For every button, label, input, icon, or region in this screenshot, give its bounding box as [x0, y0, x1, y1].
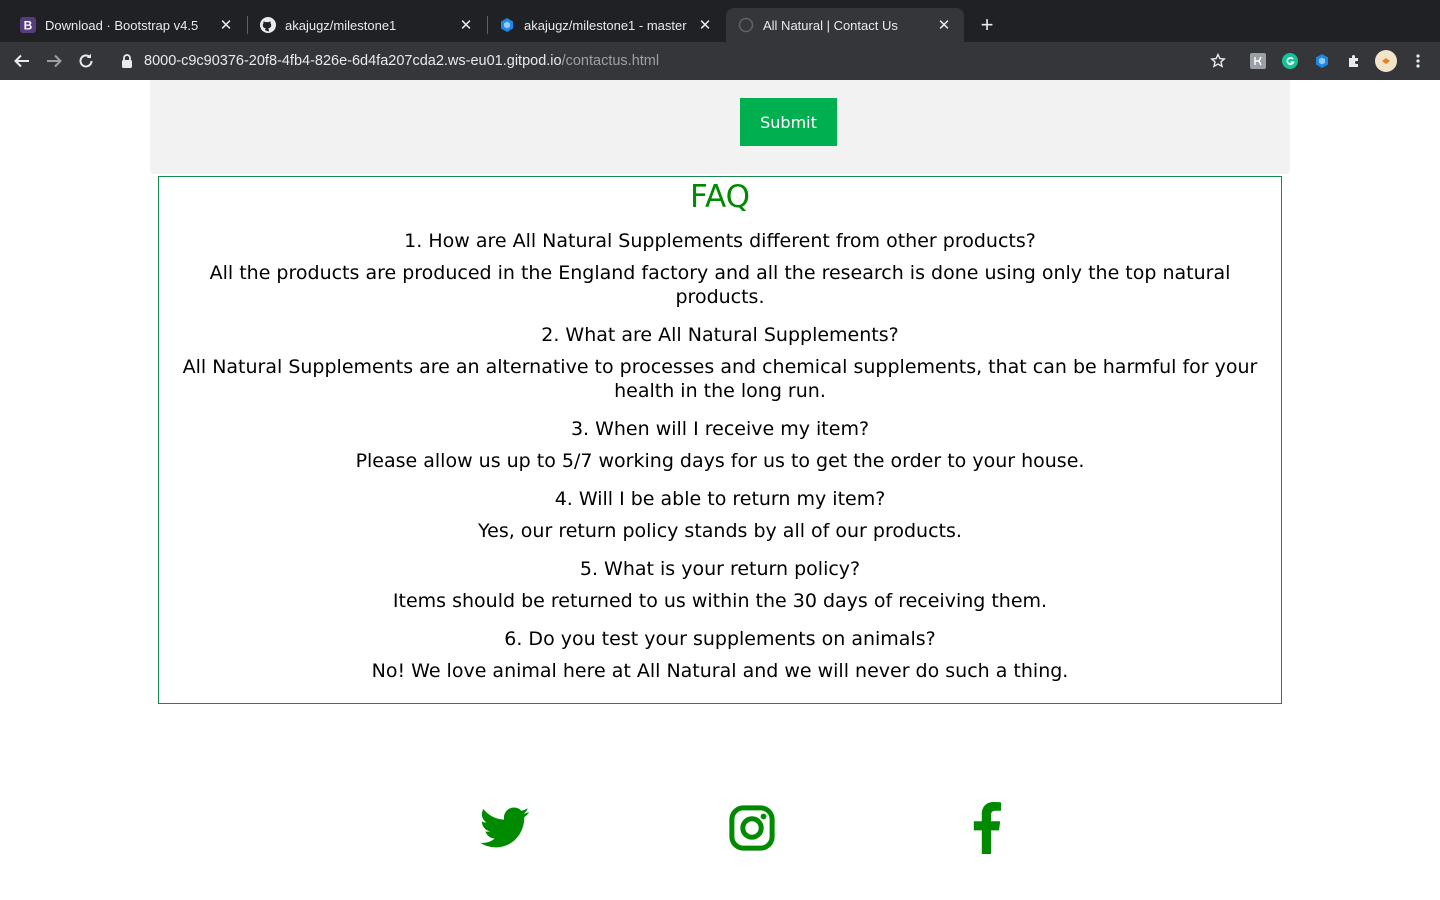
- tab-title: akajugz/milestone1 - master: [524, 17, 687, 33]
- faq-answer: No! We love animal here at All Natural a…: [371, 660, 1069, 682]
- twitter-icon: [480, 807, 530, 848]
- gitpod-extension-icon[interactable]: [1313, 52, 1331, 70]
- facebook-link[interactable]: [966, 800, 1008, 856]
- faq-item: 5. What is your return policy? Items sho…: [177, 557, 1263, 613]
- back-button[interactable]: [12, 51, 32, 71]
- faq-question: 2. What are All Natural Supplements?: [541, 324, 899, 346]
- close-icon[interactable]: ✕: [697, 16, 713, 34]
- arrow-right-icon: [47, 54, 62, 68]
- gitpod-icon: [499, 17, 515, 33]
- faq-answer: Yes, our return policy stands by all of …: [478, 520, 962, 542]
- tab-title: akajugz/milestone1: [285, 17, 397, 33]
- faq-question: 6. Do you test your supplements on anima…: [504, 628, 936, 650]
- url-path: /contactus.html: [561, 53, 660, 69]
- faq-item: 4. Will I be able to return my item? Yes…: [177, 487, 1263, 543]
- new-tab-button[interactable]: +: [973, 12, 1001, 40]
- puzzle-extensions-icon[interactable]: [1345, 52, 1363, 70]
- faq-answer: All the products are produced in the Eng…: [209, 262, 1231, 308]
- faq-question: 3. When will I receive my item?: [570, 418, 870, 440]
- url-host: 8000-c9c90376-20f8-4fb4-826e-6d4fa207cda…: [144, 53, 562, 69]
- faq-title: FAQ: [689, 179, 751, 215]
- tab-gitpod[interactable]: akajugz/milestone1 - master ✕: [487, 8, 725, 42]
- faq-answer: All Natural Supplements are an alternati…: [182, 356, 1258, 402]
- faq-question: 4. Will I be able to return my item?: [554, 488, 886, 510]
- reload-icon: [79, 53, 93, 68]
- close-icon[interactable]: ✕: [218, 16, 234, 34]
- twitter-link[interactable]: [478, 800, 532, 856]
- faq-question: 1. How are All Natural Supplements diffe…: [404, 230, 1036, 252]
- contact-form-panel: Submit: [150, 80, 1290, 174]
- tab-contact-us[interactable]: All Natural | Contact Us ✕: [726, 8, 964, 42]
- bootstrap-icon: B: [20, 17, 36, 33]
- github-icon: [260, 17, 276, 33]
- extension-reader-icon[interactable]: [1249, 52, 1267, 70]
- instagram-icon: [729, 805, 775, 851]
- faq-item: 3. When will I receive my item? Please a…: [177, 417, 1263, 473]
- faq-item: 2. What are All Natural Supplements? All…: [177, 323, 1263, 403]
- browser-tab-bar: B Download · Bootstrap v4.5 ✕ akajugz/mi…: [0, 0, 1440, 42]
- close-icon[interactable]: ✕: [458, 16, 474, 34]
- tab-title: Download · Bootstrap v4.5: [45, 17, 199, 33]
- faq-item: 6. Do you test your supplements on anima…: [177, 627, 1263, 683]
- tab-github[interactable]: akajugz/milestone1 ✕: [248, 8, 486, 42]
- faq-list: 1. How are All Natural Supplements diffe…: [159, 229, 1281, 683]
- lock-icon: [120, 54, 134, 68]
- faq-item: 1. How are All Natural Supplements diffe…: [177, 229, 1263, 309]
- globe-icon: [738, 17, 754, 33]
- faq-question: 5. What is your return policy?: [579, 558, 861, 580]
- tab-title: All Natural | Contact Us: [763, 17, 898, 33]
- faq-answer: Items should be returned to us within th…: [392, 590, 1048, 612]
- tab-bootstrap[interactable]: B Download · Bootstrap v4.5 ✕: [8, 8, 246, 42]
- menu-kebab-icon[interactable]: [1409, 52, 1427, 70]
- svg-text:B: B: [24, 19, 33, 33]
- profile-avatar-icon[interactable]: [1375, 50, 1397, 72]
- facebook-icon: [973, 802, 1001, 854]
- browser-toolbar: 8000-c9c90376-20f8-4fb4-826e-6d4fa207cda…: [0, 42, 1440, 80]
- reload-button[interactable]: [76, 51, 96, 71]
- submit-button[interactable]: Submit: [740, 98, 837, 146]
- grammarly-icon[interactable]: [1281, 52, 1299, 70]
- arrow-left-icon: [14, 54, 29, 68]
- address-bar[interactable]: 8000-c9c90376-20f8-4fb4-826e-6d4fa207cda…: [108, 46, 1238, 76]
- url-text: 8000-c9c90376-20f8-4fb4-826e-6d4fa207cda…: [144, 53, 659, 69]
- forward-button[interactable]: [44, 51, 64, 71]
- page-viewport: Submit FAQ 1. How are All Natural Supple…: [0, 80, 1440, 900]
- faq-answer: Please allow us up to 5/7 working days f…: [355, 450, 1085, 472]
- close-icon[interactable]: ✕: [936, 16, 952, 34]
- bookmark-star-icon[interactable]: [1209, 52, 1227, 70]
- instagram-link[interactable]: [726, 800, 778, 856]
- faq-section: FAQ 1. How are All Natural Supplements d…: [158, 176, 1282, 704]
